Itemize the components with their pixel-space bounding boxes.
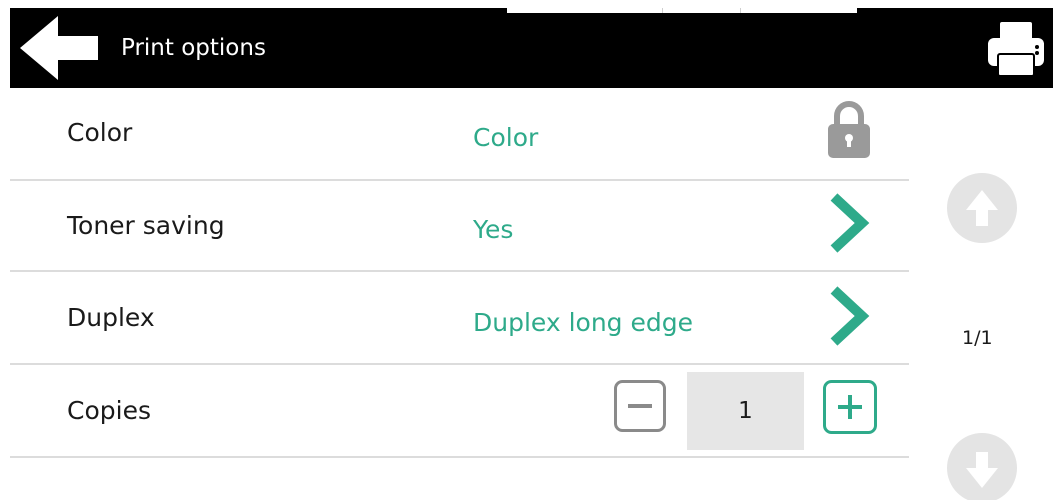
minus-icon [614,380,666,432]
arrow-down-icon [947,433,1017,503]
row-value-toner-saving[interactable]: Yes [473,215,513,245]
row-label-toner-saving: Toner saving [67,211,225,240]
printer-button[interactable] [986,20,1046,80]
top-tab-separator [662,8,663,13]
scroll-up-button[interactable] [946,172,1018,244]
row-label-copies: Copies [67,396,151,425]
row-label-duplex: Duplex [67,303,155,332]
row-label-color: Color [67,118,133,147]
chevron-right-icon[interactable] [826,285,872,347]
plus-icon [823,380,877,434]
copies-decrement-button[interactable] [614,380,666,432]
arrow-up-icon [947,173,1017,243]
printer-icon [988,22,1044,77]
page-title: Print options [121,35,266,61]
top-tab-indicator [507,8,857,13]
row-value-duplex[interactable]: Duplex long edge [473,308,693,338]
row-divider [10,456,909,458]
row-divider [10,270,909,272]
row-divider [10,363,909,365]
row-divider [10,179,909,181]
lock-icon [826,98,872,160]
row-value-color: Color [473,123,539,152]
page-indicator: 1/1 [962,327,993,349]
copies-increment-button[interactable] [823,380,877,434]
copies-value[interactable]: 1 [687,372,804,450]
chevron-right-icon[interactable] [826,192,872,254]
back-button[interactable] [18,14,102,82]
scroll-down-button[interactable] [946,432,1018,503]
top-tab-separator [740,8,741,13]
arrow-left-icon [20,16,98,80]
